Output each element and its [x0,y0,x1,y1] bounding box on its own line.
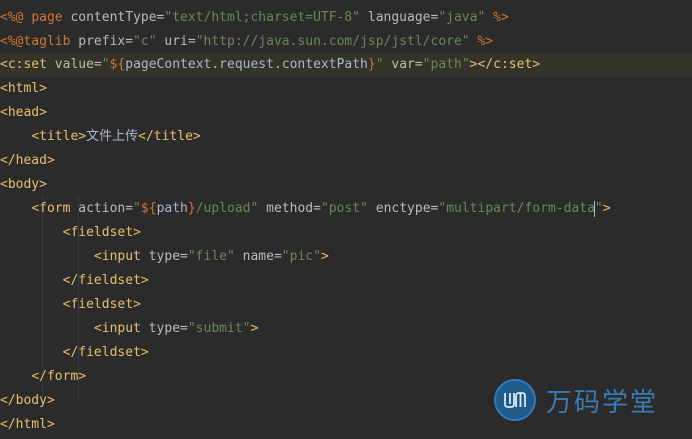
code-line-12[interactable]: </fieldset> [0,269,692,293]
code-line-9[interactable]: <form action="${path}/upload" method="po… [0,197,692,221]
code-line-8[interactable]: <body> [0,173,692,197]
code-line-14[interactable]: <input type="submit"> [0,317,692,341]
watermark: 万码学堂 [494,378,658,422]
wm-logo-icon [494,379,536,421]
code-line-11[interactable]: <input type="file" name="pic"> [0,245,692,269]
code-line-1[interactable]: <%@ page contentType="text/html;charset=… [0,6,692,30]
code-line-6[interactable]: <title>文件上传</title> [0,125,692,149]
code-line-13[interactable]: <fieldset> [0,293,692,317]
code-line-15[interactable]: </fieldset> [0,341,692,365]
watermark-text: 万码学堂 [546,387,659,418]
code-line-7[interactable]: </head> [0,149,692,173]
code-line-5[interactable]: <head> [0,101,692,125]
code-line-10[interactable]: <fieldset> [0,221,692,245]
code-line-2[interactable]: <%@taglib prefix="c" uri="http://java.su… [0,30,692,54]
code-line-3[interactable]: <c:set value="${pageContext.request.cont… [0,53,692,77]
code-line-4[interactable]: <html> [0,77,692,101]
code-editor[interactable]: <%@ page contentType="text/html;charset=… [0,0,692,439]
